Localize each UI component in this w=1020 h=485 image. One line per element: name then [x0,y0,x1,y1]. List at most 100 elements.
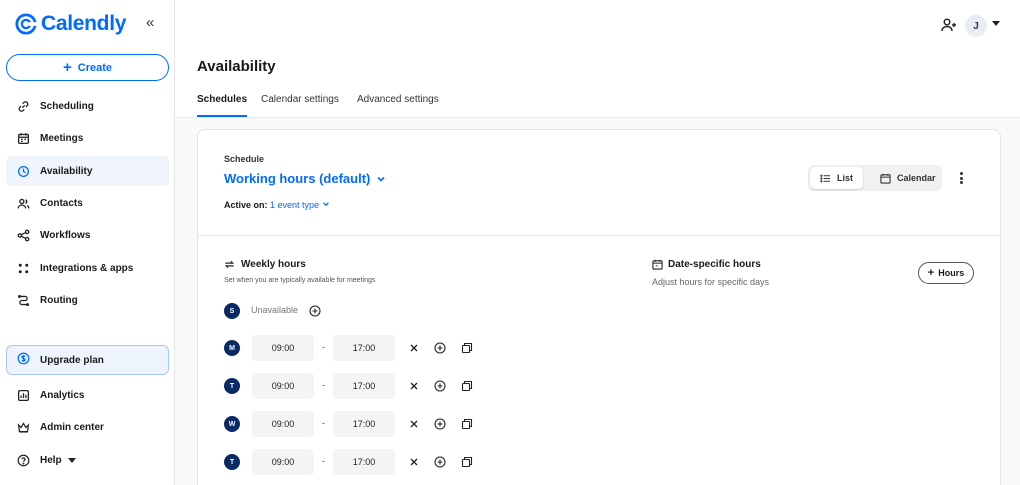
schedule-name: Working hours (default) [224,171,371,186]
workflow-icon [16,228,30,242]
brand-name: Calendly [41,12,127,35]
add-interval-icon[interactable] [433,417,447,431]
tab-calendar-settings[interactable]: Calendar settings [261,94,339,115]
sidebar-item-workflows[interactable]: Workflows [6,220,169,250]
avatar[interactable]: J [965,15,987,37]
end-time-input[interactable]: 17:00 [333,449,395,475]
day-row-monday: M 09:00 - 17:00 [224,335,484,361]
add-user-icon[interactable] [941,17,957,33]
chevron-down-icon[interactable] [992,21,1000,26]
sidebar-item-label: Routing [40,294,78,306]
dollar-icon [17,352,30,368]
copy-times-icon[interactable] [460,455,474,469]
plus-icon: + [62,59,72,76]
upgrade-plan-button[interactable]: Upgrade plan [6,345,169,375]
day-badge: T [224,378,240,394]
sidebar-item-meetings[interactable]: Meetings [6,123,169,153]
sidebar-item-label: Admin center [40,421,104,433]
remove-interval-icon[interactable] [407,417,421,431]
day-badge: M [224,340,240,356]
sidebar-item-admin-center[interactable]: Admin center [6,412,169,442]
day-row-sunday: S Unavailable [224,298,334,324]
end-time-input[interactable]: 17:00 [333,411,395,437]
start-time-input[interactable]: 09:00 [252,411,314,437]
end-time-input[interactable]: 17:00 [333,335,395,361]
day-badge: T [224,454,240,470]
schedule-selector[interactable]: Working hours (default) [224,171,386,186]
schedule-label: Schedule [224,154,265,164]
active-on-label: Active on: [224,200,268,210]
hours-label: Hours [938,268,965,278]
copy-times-icon[interactable] [460,417,474,431]
sidebar-item-routing[interactable]: Routing [6,285,169,315]
create-button[interactable]: + Create [6,54,169,81]
copy-times-icon[interactable] [460,341,474,355]
weekly-hours-label: Weekly hours [241,259,306,270]
copy-times-icon[interactable] [460,379,474,393]
view-toggle: List Calendar [808,165,942,191]
view-list-button[interactable]: List [810,167,864,189]
calendly-logo[interactable]: Calendly [15,12,126,36]
list-icon [820,174,831,182]
sidebar: Calendly « + Create Scheduling Meetings … [0,0,175,485]
date-specific-label: Date-specific hours [668,259,761,270]
sidebar-item-contacts[interactable]: Contacts [6,188,169,218]
sidebar-item-label: Workflows [40,229,91,241]
add-interval-icon[interactable] [433,379,447,393]
calendly-logo-icon [15,13,37,35]
day-badge: S [224,303,240,319]
day-row-thursday: T 09:00 - 17:00 [224,449,484,475]
repeat-icon [224,260,235,269]
sidebar-item-help[interactable]: Help [6,445,169,475]
time-separator: - [322,380,325,390]
collapse-sidebar-icon[interactable]: « [146,14,154,31]
chevron-down-icon [67,457,76,463]
sidebar-item-integrations[interactable]: Integrations & apps [6,253,169,283]
sidebar-item-scheduling[interactable]: Scheduling [6,91,169,121]
page-title: Availability [197,58,276,75]
remove-interval-icon[interactable] [407,379,421,393]
crown-icon [16,420,30,434]
end-time-input[interactable]: 17:00 [333,373,395,399]
more-options-icon[interactable] [954,170,968,186]
day-row-wednesday: W 09:00 - 17:00 [224,411,484,437]
add-interval-icon[interactable] [308,304,322,318]
tab-bar: Schedules Calendar settings Advanced set… [175,88,1020,118]
grid-icon [16,261,30,275]
upgrade-label: Upgrade plan [40,354,104,366]
sidebar-item-availability[interactable]: Availability [6,156,169,186]
header [175,0,1020,88]
calendar-icon [16,131,30,145]
date-specific-title: Date-specific hours [652,259,761,270]
create-label: Create [77,61,112,74]
active-on-value: 1 event type [270,200,320,210]
sidebar-item-label: Scheduling [40,100,94,112]
sidebar-item-label: Help [40,454,62,466]
add-interval-icon[interactable] [433,455,447,469]
view-calendar-button[interactable]: Calendar [870,167,946,189]
remove-interval-icon[interactable] [407,341,421,355]
sidebar-item-analytics[interactable]: Analytics [6,380,169,410]
tab-advanced-settings[interactable]: Advanced settings [357,94,439,115]
schedule-card: Schedule Working hours (default) Active … [197,129,1001,485]
remove-interval-icon[interactable] [407,455,421,469]
active-on-link[interactable]: 1 event type [270,200,330,210]
calendar-icon [652,259,663,270]
plus-icon: + [927,266,935,279]
sidebar-item-label: Integrations & apps [40,262,134,274]
weekly-hours-title: Weekly hours [224,259,306,270]
add-interval-icon[interactable] [433,341,447,355]
date-specific-subtitle: Adjust hours for specific days [652,277,770,287]
active-on: Active on: 1 event type [224,200,330,210]
add-hours-button[interactable]: + Hours [918,262,974,284]
start-time-input[interactable]: 09:00 [252,449,314,475]
divider [198,235,1000,236]
contacts-icon [16,196,30,210]
weekly-hours-subtitle: Set when you are typically available for… [224,277,376,284]
start-time-input[interactable]: 09:00 [252,373,314,399]
help-icon [16,453,30,467]
sidebar-item-label: Availability [40,165,93,177]
tab-schedules[interactable]: Schedules [197,94,248,117]
start-time-input[interactable]: 09:00 [252,335,314,361]
view-calendar-label: Calendar [897,173,936,183]
